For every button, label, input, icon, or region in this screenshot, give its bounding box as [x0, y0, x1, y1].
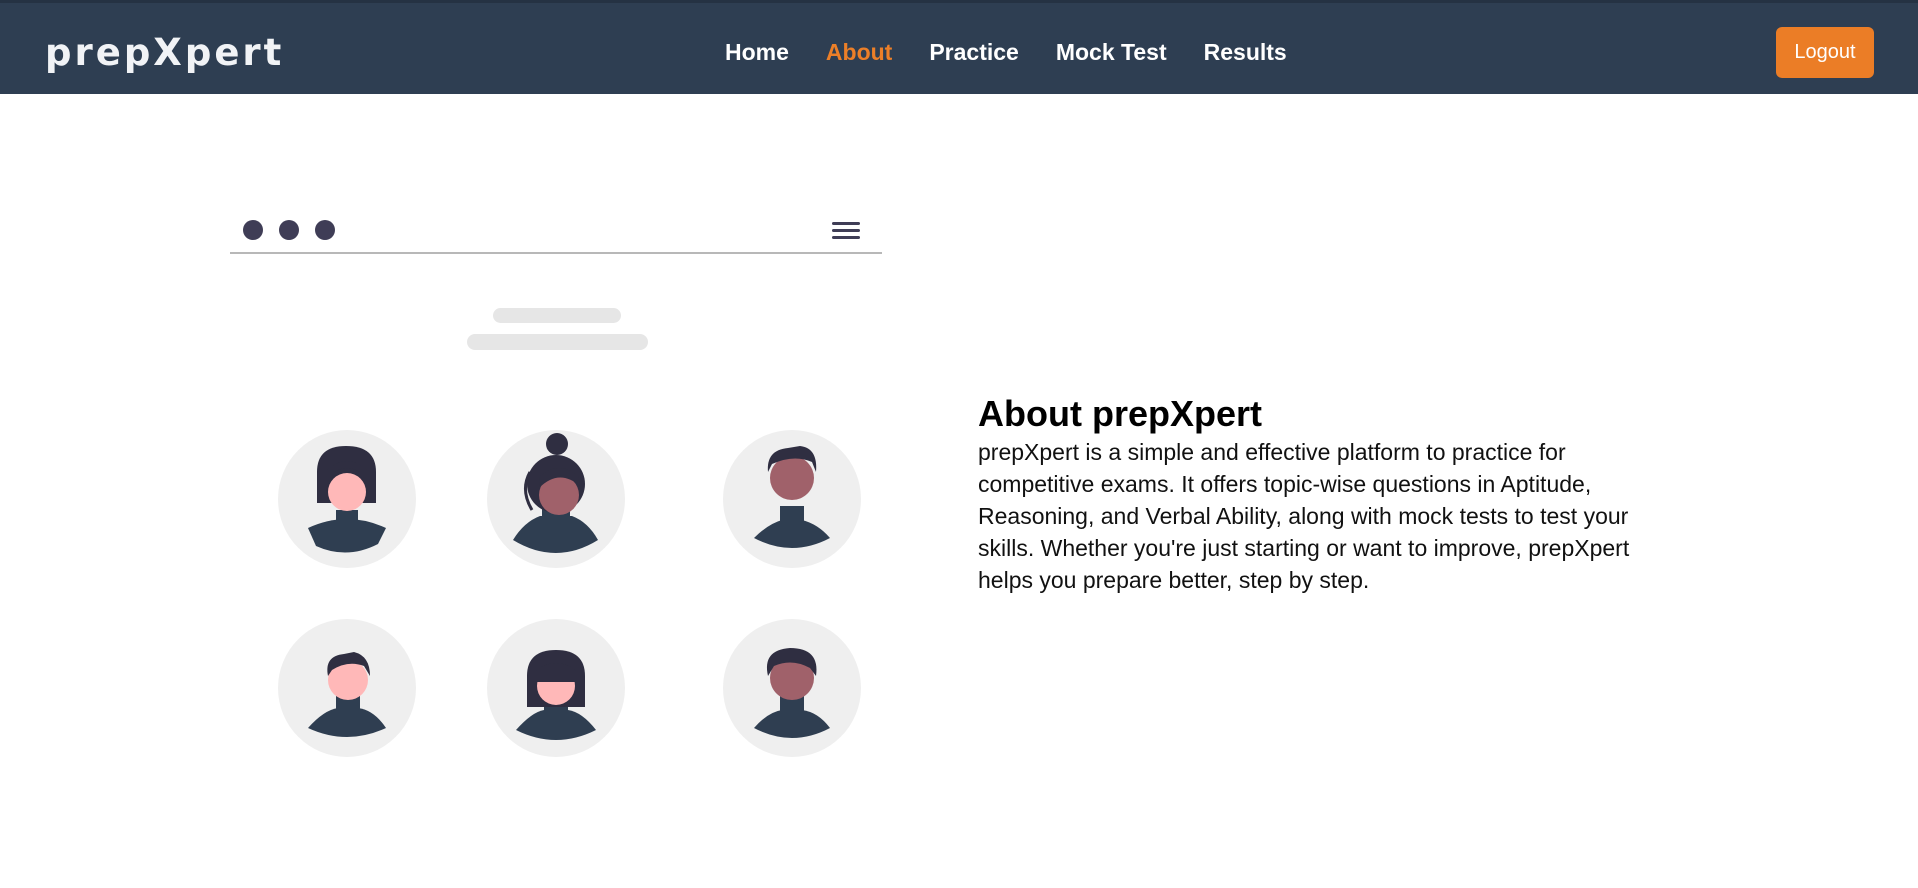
about-title: About prepXpert — [978, 393, 1262, 434]
window-dot-icon — [315, 220, 335, 240]
about-description: prepXpert is a simple and effective plat… — [978, 439, 1630, 593]
team-illustration-svg — [230, 220, 882, 757]
placeholder-line — [467, 334, 648, 350]
placeholder-line — [493, 308, 621, 323]
brand-logo[interactable]: prepXpert — [45, 31, 284, 74]
window-dot-icon — [279, 220, 299, 240]
team-illustration — [228, 210, 886, 770]
user-avatar-icon — [278, 430, 416, 568]
nav-link-results[interactable]: Results — [1204, 39, 1287, 66]
nav-link-practice[interactable]: Practice — [929, 39, 1019, 66]
nav-link-home[interactable]: Home — [725, 39, 789, 66]
nav-link-about[interactable]: About — [826, 39, 892, 66]
logout-button[interactable]: Logout — [1776, 27, 1874, 78]
user-avatar-icon — [278, 619, 416, 757]
user-avatar-icon — [723, 430, 861, 568]
top-navbar: prepXpert Home About Practice Mock Test … — [0, 0, 1918, 94]
user-avatar-icon — [723, 619, 861, 757]
window-dot-icon — [243, 220, 263, 240]
user-avatar-icon — [487, 430, 625, 568]
nav-link-mock-test[interactable]: Mock Test — [1056, 39, 1167, 66]
main-nav: Home About Practice Mock Test Results — [725, 39, 1324, 66]
hamburger-menu-icon — [832, 222, 860, 239]
about-section: About prepXpert prepXpert is a simple an… — [978, 394, 1678, 596]
user-avatar-icon — [487, 619, 625, 757]
